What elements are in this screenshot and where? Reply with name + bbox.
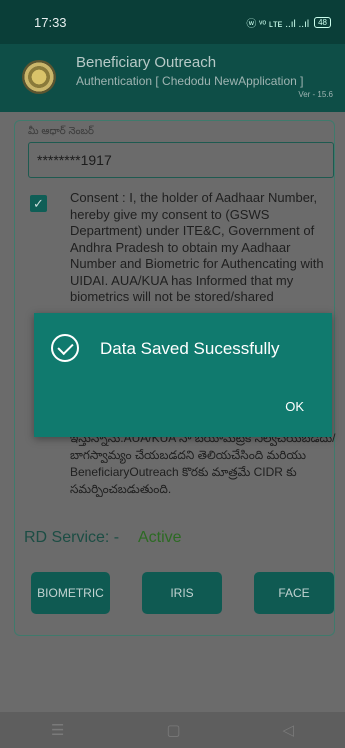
home-nav-icon[interactable]: ▢ [166,721,180,739]
iris-button[interactable]: IRIS [142,572,222,614]
consent-text-telugu: ఇస్తున్నాను.AUA/KUA నా బయోమెట్రిక్ నిల్వ… [70,431,336,496]
signal-icons: ⓦ ᵛᵒ ʟᴛᴇ ..ıl ..ıl [246,18,310,30]
rd-service-label: RD Service: - [24,529,120,546]
face-button[interactable]: FACE [254,572,334,614]
menu-nav-icon[interactable]: ☰ [51,721,64,739]
system-nav-bar: ☰ ▢ ◁ [0,712,345,748]
app-title: Beneficiary Outreach [76,54,217,71]
dialog-message: Data Saved Sucessfully [100,339,280,358]
status-icons: ⓦ ᵛᵒ ʟᴛᴇ ..ıl ..ıl 48 [246,15,331,30]
status-bar: 17:33 ⓦ ᵛᵒ ʟᴛᴇ ..ıl ..ıl 48 [0,0,345,44]
app-subtitle: Authentication [ Chedodu NewApplication … [76,74,304,88]
status-time: 17:33 [34,14,67,30]
success-dialog: Data Saved Sucessfully OK [34,313,332,437]
app-bar: Beneficiary Outreach Authentication [ Ch… [0,44,345,112]
ap-government-logo [22,60,56,94]
back-nav-icon[interactable]: ◁ [282,721,294,739]
consent-checkbox[interactable]: ✓ [30,195,47,212]
consent-text-english: Consent : I, the holder of Aadhaar Numbe… [70,190,324,304]
biometric-button[interactable]: BIOMETRIC [31,572,110,614]
battery-icon: 48 [314,16,331,28]
rd-service-status: Active [138,529,182,546]
dialog-ok-button[interactable]: OK [285,399,304,414]
app-version: Ver - 15.6 [298,90,333,99]
check-circle-icon [51,334,79,362]
aadhaar-field[interactable]: ********1917 [28,142,334,178]
aadhaar-label: మీ ఆధార్ నెంబర్ [28,126,94,137]
